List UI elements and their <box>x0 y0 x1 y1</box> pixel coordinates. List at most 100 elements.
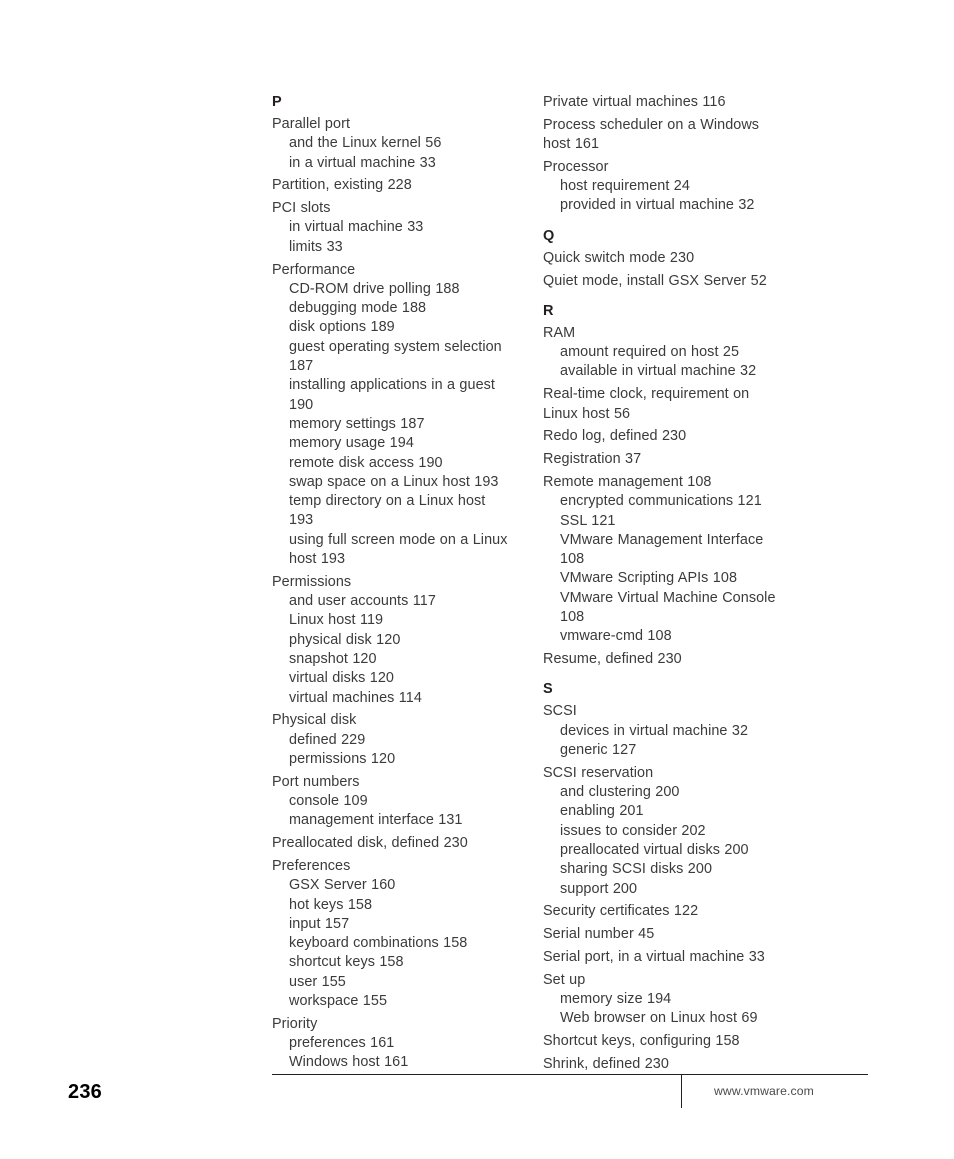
index-letter-heading-r: R <box>543 302 554 319</box>
index-subentry: Web browser on Linux host 69 <box>560 1010 758 1027</box>
index-subentry: memory settings 187 <box>289 415 425 432</box>
index-entry: Serial number 45 <box>543 926 655 943</box>
index-subentry: in a virtual machine 33 <box>289 154 436 171</box>
index-subentry: installing applications in a guest 190 <box>289 377 495 413</box>
index-entry: Performance <box>272 261 356 278</box>
index-subentry: swap space on a Linux host 193 <box>289 473 499 490</box>
index-letter-heading-p: P <box>272 94 282 110</box>
index-entry: RAM <box>543 324 576 341</box>
index-subentry: defined 229 <box>289 731 366 748</box>
index-entry-group: Shortcut keys, configuring 158 <box>543 1032 783 1051</box>
index-subentry: preallocated virtual disks 200 <box>560 842 749 858</box>
index-subentry: hot keys 158 <box>289 896 373 913</box>
index-entry: Quiet mode, install GSX Server 52 <box>543 272 767 289</box>
index-subentry: CD-ROM drive polling 188 <box>289 280 460 297</box>
index-subentry: generic 127 <box>560 742 637 759</box>
index-subentry: virtual disks 120 <box>289 670 394 687</box>
index-entry: Security certificates 122 <box>543 903 699 920</box>
index-subentry: debugging mode 188 <box>289 300 427 317</box>
index-entry: Preallocated disk, defined 230 <box>272 835 468 852</box>
index-subentry: memory size 194 <box>560 991 672 1008</box>
index-entry: Private virtual machines 116 <box>543 94 726 110</box>
index-columns-container: P Parallel port and the Linux kernel 56 in … <box>272 93 784 1072</box>
index-entry-group: Preallocated disk, defined 230 <box>272 834 512 853</box>
index-entry: Parallel port <box>272 116 351 132</box>
index-entry: Process scheduler on a Windows host 161 <box>543 116 760 153</box>
index-subentry: issues to consider 202 <box>560 822 706 839</box>
index-entry: Shortcut keys, configuring 158 <box>543 1033 740 1050</box>
index-letter-heading-s: S <box>543 681 553 698</box>
index-entry-group: Partition, existing 228 <box>272 176 512 195</box>
index-entry: Physical disk <box>272 712 357 729</box>
index-subentry: using full screen mode on a Linux host 1… <box>289 531 508 568</box>
index-subentry: virtual machines 114 <box>289 689 422 706</box>
index-subentry: memory usage 194 <box>289 435 414 452</box>
index-entry-group: Parallel port and the Linux kernel 56 in a… <box>272 115 512 173</box>
index-entry-group: Remote management 108 encrypted communica… <box>543 473 783 647</box>
page-number: 236 <box>68 1081 102 1103</box>
index-entry-group: Port numbers console 109 management interf… <box>272 773 512 831</box>
index-entry: Quick switch mode 230 <box>543 249 695 266</box>
index-subentry: GSX Server 160 <box>289 877 396 894</box>
index-subentry: sharing SCSI disks 200 <box>560 861 713 878</box>
index-subentry: workspace 155 <box>289 993 388 1010</box>
index-subentry: remote disk access 190 <box>289 454 443 471</box>
index-entry: SCSI reservation <box>543 764 654 781</box>
index-subentry: snapshot 120 <box>289 651 377 668</box>
index-subentry: console 109 <box>289 793 368 810</box>
index-entry: Processor <box>543 158 609 175</box>
index-entry-group: Real-time clock, requirement on Linux ho… <box>543 385 783 424</box>
index-subentry: and user accounts 117 <box>289 593 436 610</box>
index-entry-group: Performance CD-ROM drive polling 188 debug… <box>272 261 512 570</box>
index-subentry: devices in virtual machine 32 <box>560 722 749 739</box>
index-entry-group: Processor host requirement 24 provided in … <box>543 158 783 216</box>
index-entry: Preferences <box>272 857 351 874</box>
index-subentry: guest operating system selection 187 <box>289 338 502 375</box>
index-entry-group: Process scheduler on a Windows host 161 <box>543 116 783 155</box>
index-entry-group: RAM amount required on host 25 available i… <box>543 324 783 382</box>
index-entry: Registration 37 <box>543 451 642 468</box>
index-entry-group: PCI slots in virtual machine 33 limits 33 <box>272 199 512 257</box>
index-entry: Serial port, in a virtual machine 33 <box>543 948 765 965</box>
index-subentry: vmware-cmd 108 <box>560 628 672 645</box>
footer-url: www.vmware.com <box>714 1084 814 1098</box>
index-subentry: VMware Virtual Machine Console 108 <box>560 589 776 626</box>
index-entry: Set up <box>543 971 586 988</box>
index-subentry: support 200 <box>560 880 638 897</box>
index-entry: SCSI <box>543 703 577 720</box>
index-entry-group: Physical disk defined 229 permissions 120 <box>272 711 512 769</box>
index-entry: Permissions <box>272 573 352 590</box>
index-entry: Redo log, defined 230 <box>543 428 687 445</box>
index-subentry: limits 33 <box>289 238 343 255</box>
index-subentry: user 155 <box>289 973 346 990</box>
index-subentry: preferences 161 <box>289 1035 395 1052</box>
index-letter-heading-q: Q <box>543 227 555 244</box>
index-entry-group: SCSI reservation and clustering 200 enabli… <box>543 764 783 899</box>
index-subentry: encrypted communications 121 <box>560 493 762 510</box>
index-entry: Priority <box>272 1015 318 1032</box>
index-column-right: Private virtual machines 116 Process sche… <box>543 93 783 1072</box>
page-footer: 236 www.vmware.com <box>0 1068 954 1138</box>
index-subentry: host requirement 24 <box>560 178 690 195</box>
index-entry-group: Serial port, in a virtual machine 33 <box>543 948 783 967</box>
index-subentry: and clustering 200 <box>560 784 680 801</box>
index-page: P Parallel port and the Linux kernel 56 in … <box>0 0 954 1159</box>
index-entry-group: Security certificates 122 <box>543 902 783 921</box>
index-entry-group: Resume, defined 230 <box>543 650 783 669</box>
index-subentry: physical disk 120 <box>289 631 401 648</box>
index-entry-group: Private virtual machines 116 <box>543 93 783 112</box>
footer-vertical-divider <box>681 1074 682 1108</box>
index-subentry: VMware Management Interface 108 <box>560 531 764 568</box>
index-entry-group: Quick switch mode 230 <box>543 249 783 268</box>
index-entry: Resume, defined 230 <box>543 651 682 668</box>
index-entry-group: Registration 37 <box>543 450 783 469</box>
index-subentry: temp directory on a Linux host 193 <box>289 493 486 529</box>
index-column-left: P Parallel port and the Linux kernel 56 in … <box>272 93 512 1070</box>
index-subentry: disk options 189 <box>289 319 395 336</box>
index-subentry: permissions 120 <box>289 751 396 767</box>
index-subentry: shortcut keys 158 <box>289 954 404 971</box>
index-entry-group: Quiet mode, install GSX Server 52 <box>543 272 783 291</box>
index-subentry: amount required on host 25 <box>560 344 740 361</box>
index-subentry: input 157 <box>289 915 350 932</box>
index-entry: Remote management 108 <box>543 473 712 490</box>
